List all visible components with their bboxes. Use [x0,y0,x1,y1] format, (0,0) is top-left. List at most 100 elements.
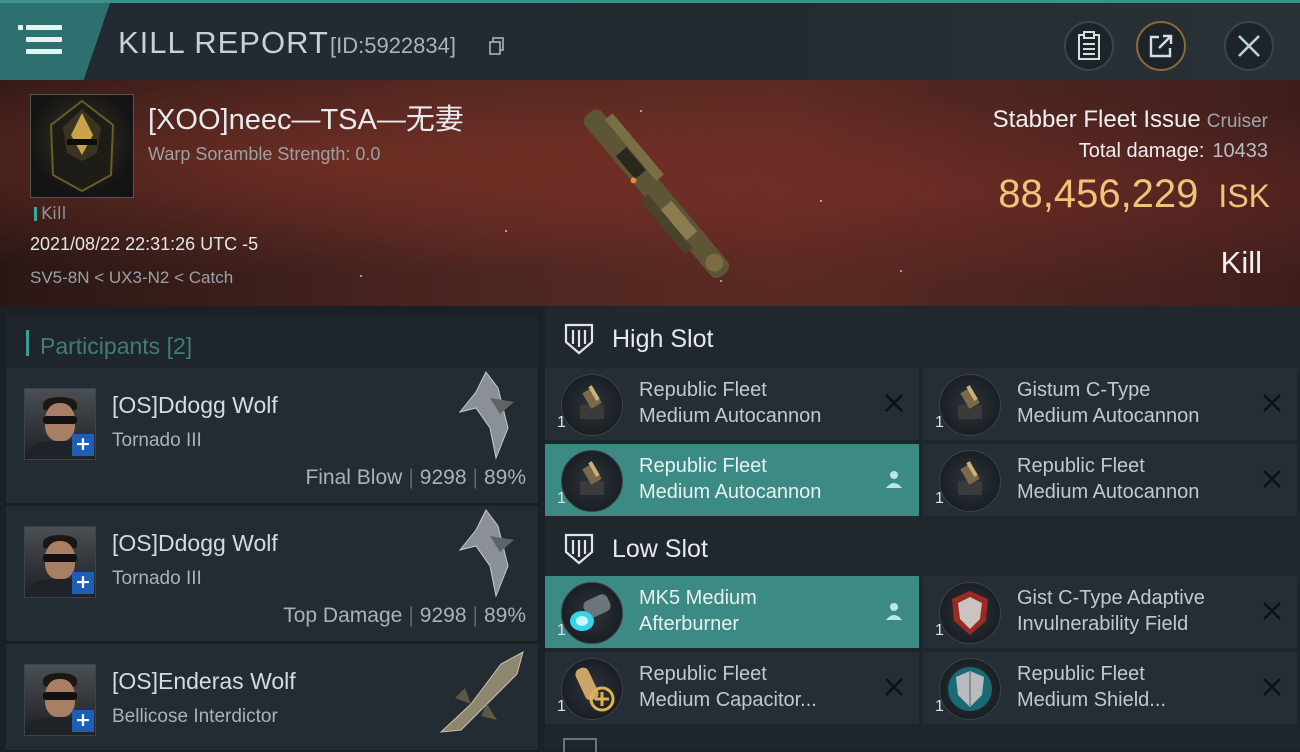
total-damage-label: Total damage: [1078,140,1205,162]
menu-icon [18,25,62,55]
module-name-line2: Medium Autocannon [639,481,822,503]
participants-count: [2] [166,333,193,359]
module-quantity: 1 [935,490,944,507]
kill-id: [ID:5922834] [330,33,456,58]
share-button[interactable] [1136,21,1186,71]
module-name-line1: Republic Fleet [639,663,767,685]
module-name-line1: MK5 Medium [639,587,757,609]
autocannon-icon [939,374,1001,436]
clipboard-icon [1078,31,1100,60]
kill-datetime: 2021/08/22 22:31:26 UTC -5 [30,234,259,254]
low-slot-icon [564,533,594,565]
module-item[interactable]: 1 Republic Fleet Medium Capacitor... [545,652,919,724]
module-quantity: 1 [557,698,566,715]
warp-scramble-strength: Warp Soramble Strength: 0.0 [148,144,381,164]
participant-row[interactable]: + [OS]Ddogg Wolf Tornado III Final Blow |… [6,368,538,504]
autocannon-icon [561,374,623,436]
autocannon-icon [939,450,1001,512]
participant-ship: Tornado III [112,430,202,451]
module-item[interactable]: 1 Gistum C-Type Medium Autocannon [923,368,1297,440]
add-contact-icon[interactable]: + [72,572,94,594]
participant-stats: Final Blow | 9298 | 89% [305,466,526,489]
close-button[interactable] [1224,21,1274,71]
module-item[interactable]: 1 Gist C-Type Adaptive Invulnerability F… [923,576,1297,648]
high-slot-header: High Slot [545,306,1300,372]
add-contact-icon[interactable]: + [72,434,94,456]
fitting-panel: High Slot 1 Republic Fleet Medium Autoca… [545,306,1300,752]
participants-header[interactable]: Participants [2] [6,316,538,373]
participants-panel: Participants [2] + [OS]Ddogg Wolf Tornad… [0,306,540,751]
shield-extender-icon [939,658,1001,720]
kill-tag-label: Kill [41,204,67,224]
module-name-line2: Medium Shield... [1017,689,1166,711]
high-slot-icon [564,323,594,355]
page-title: KILL REPORT [118,25,329,60]
high-slot-label: High Slot [612,325,714,353]
participant-name: [OS]Ddogg Wolf [112,392,278,418]
module-quantity: 1 [935,698,944,715]
autocannon-icon [561,450,623,512]
destroyed-icon [1263,470,1281,488]
module-name-line1: Republic Fleet [1017,663,1145,685]
participant-damage: 9298 [419,466,467,489]
isk-amount: 88,456,229 [998,172,1199,216]
participants-label: Participants [40,333,161,359]
participant-role: Top Damage [283,604,403,627]
module-name-line2: Invulnerability Field [1017,613,1189,635]
participant-stats: Top Damage | 9298 | 89% [283,604,526,627]
kill-tag: Kill [34,204,66,224]
module-name-line1: Republic Fleet [639,455,767,477]
module-item[interactable]: 1 Republic Fleet Medium Autocannon [545,368,919,440]
share-icon [1149,34,1173,58]
victim-ship-image [583,109,730,278]
destroyed-icon [1263,678,1281,696]
low-slot-label: Low Slot [612,535,708,563]
victim-ship-name: Stabber Fleet Issue [992,106,1201,133]
participant-ship-image [458,371,514,460]
victim-portrait[interactable] [30,94,134,198]
total-damage: Total damage: 10433 [1079,140,1268,163]
module-quantity: 1 [557,490,566,507]
victim-ship-class: Cruiser [1206,111,1268,132]
isk-unit: ISK [1218,178,1270,214]
participant-name: [OS]Ddogg Wolf [112,530,278,556]
afterburner-icon [561,582,623,644]
module-quantity: 1 [557,414,566,431]
kill-location[interactable]: SV5-8N < UX3-N2 < Catch [30,268,233,288]
module-item[interactable]: 1 Republic Fleet Medium Autocannon [545,444,919,516]
participant-ship: Bellicose Interdictor [112,706,278,727]
copy-icon[interactable] [489,37,505,55]
participant-row[interactable]: + [OS]Ddogg Wolf Tornado III Top Damage |… [6,506,538,642]
participant-role: Final Blow [305,466,403,489]
module-item[interactable]: 1 MK5 Medium Afterburner [545,576,919,648]
menu-button[interactable] [0,3,110,80]
module-quantity: 1 [935,622,944,639]
module-item[interactable]: 1 Republic Fleet Medium Autocannon [923,444,1297,516]
victim-ship[interactable]: Stabber Fleet Issue Cruiser [993,106,1268,134]
module-name-line1: Republic Fleet [1017,455,1145,477]
module-name-line1: Gistum C-Type [1017,379,1151,401]
capacitor-icon [561,658,623,720]
kill-summary-banner: [XOO]neec—TSA—无妻 Warp Soramble Strength:… [0,80,1300,306]
module-name-line1: Gist C-Type Adaptive [1017,587,1205,609]
top-bar: KILL REPORT [ID:5922834] [0,0,1300,80]
destroyed-icon [1263,394,1281,412]
participant-ship: Tornado III [112,568,202,589]
participant-row[interactable]: + [OS]Enderas Wolf Bellicose Interdictor [6,644,538,751]
module-item[interactable]: 1 Republic Fleet Medium Shield... [923,652,1297,724]
low-slot-header: Low Slot [545,516,1300,582]
destroyed-icon [1263,602,1281,620]
victim-name: [XOO]neec—TSA—无妻 [148,104,464,136]
clipboard-button[interactable] [1064,21,1114,71]
module-name-line2: Medium Autocannon [639,405,822,427]
participant-ship-image [439,650,524,733]
participant-percent: 89% [483,604,526,627]
add-contact-icon[interactable]: + [72,710,94,732]
destroyed-icon [885,394,903,412]
module-name-line1: Republic Fleet [639,379,767,401]
invulnerability-field-icon [939,582,1001,644]
participant-name: [OS]Enderas Wolf [112,668,296,694]
participant-percent: 89% [483,466,526,489]
participant-damage: 9298 [419,604,467,627]
dropped-person-icon [886,471,902,488]
